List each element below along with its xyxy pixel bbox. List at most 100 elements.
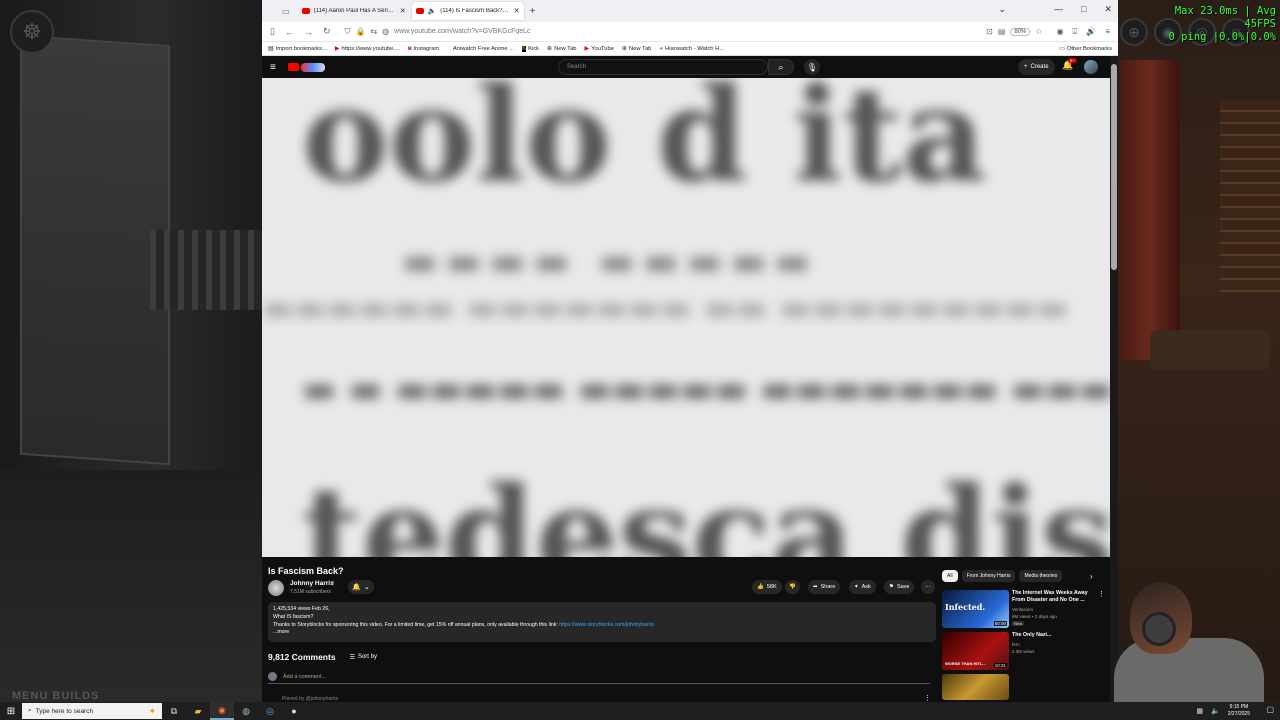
bookmark-star-icon[interactable]: ☆ bbox=[1035, 27, 1042, 36]
maximize-icon[interactable]: □ bbox=[1081, 4, 1086, 15]
recommendation-channel[interactable]: fern bbox=[1012, 642, 1020, 647]
plus-icon: + bbox=[1024, 64, 1028, 70]
forward-icon[interactable]: → bbox=[304, 27, 313, 37]
url-bar[interactable]: ⛉ 🔒 ⇆ ◍ www.youtube.com/watch?v=GVBKGcFq… bbox=[341, 25, 1047, 39]
recommendation-item[interactable]: WORSE THAN HITL... 10:31 The Only Nazi..… bbox=[942, 632, 1102, 670]
recommendation-item[interactable]: Infected. 50:00 The Internet Was Weeks A… bbox=[942, 590, 1105, 628]
back-icon[interactable]: ← bbox=[285, 27, 294, 37]
scrollbar-thumb[interactable] bbox=[1111, 64, 1117, 270]
menu-icon[interactable]: ≡ bbox=[1105, 27, 1110, 37]
recommendation-thumbnail[interactable]: Infected. 50:00 bbox=[942, 590, 1009, 628]
bookmark-item[interactable]: K Kick bbox=[522, 45, 539, 52]
video-player[interactable]: oolo d ita ▬▬▬▬ ▬▬▬▬▬ ▬▬▬▬▬▬ ▬▬▬▬▬▬▬ ▬▬ … bbox=[262, 78, 1110, 557]
save-button[interactable]: ⚑ Save bbox=[884, 580, 915, 594]
taskbar-search-input[interactable]: ⌕ Type here to search ✦ bbox=[22, 703, 162, 719]
youtube-icon: ▶ bbox=[584, 46, 590, 52]
tab-strip: ▭ (114) Aaron Paul Has A Serious ✕ 🔈 (11… bbox=[262, 0, 1118, 22]
volume-icon[interactable]: 🔈 bbox=[1211, 707, 1220, 715]
tab-is-fascism-back[interactable]: 🔈 (114) Is Fascism Back? - You ✕ bbox=[411, 2, 524, 20]
views-date: 1,425,534 views Feb 26, bbox=[273, 606, 330, 612]
description-more[interactable]: ...more bbox=[273, 629, 931, 637]
settings-wheel-icon[interactable]: ☸ bbox=[10, 10, 54, 54]
task-view-icon[interactable]: ⧉ bbox=[162, 702, 186, 720]
close-icon[interactable]: ✕ bbox=[400, 7, 406, 15]
save-pocket-icon[interactable]: ⍗ bbox=[1073, 27, 1078, 37]
close-window-icon[interactable]: ✕ bbox=[1104, 4, 1112, 15]
recommendation-title[interactable]: The Only Nazi... bbox=[1012, 632, 1092, 639]
bookmark-item[interactable]: ◙ Instagram bbox=[408, 46, 439, 52]
firefox-icon[interactable]: ◉ bbox=[210, 702, 234, 720]
chip-media-theories[interactable]: Media theories bbox=[1019, 570, 1063, 582]
bookmark-item[interactable]: ⊕ New Tab bbox=[622, 45, 651, 53]
bookmark-item[interactable]: ▶ https://www.youtube.... bbox=[335, 45, 400, 53]
channel-name[interactable]: Johnny Harris bbox=[290, 580, 334, 587]
windows-start-icon[interactable]: ⊞ bbox=[0, 706, 22, 717]
zoom-level[interactable]: 80% bbox=[1010, 27, 1031, 36]
voice-search-button[interactable]: 🎙 bbox=[804, 59, 820, 75]
file-explorer-icon[interactable]: ▰ bbox=[186, 702, 210, 720]
notification-count-badge: 9+ bbox=[1068, 58, 1077, 63]
steam-icon[interactable]: ◍ bbox=[234, 702, 258, 720]
bookmark-item[interactable]: ▶ YouTube bbox=[584, 45, 614, 53]
bookmark-item[interactable]: ◌ Aniwatch Free Anime ... bbox=[447, 46, 514, 52]
comment-more-icon[interactable]: ⋮ bbox=[924, 694, 931, 702]
game-couch bbox=[1150, 330, 1270, 370]
subscribed-button[interactable]: 🔔 ⌄ bbox=[348, 580, 374, 594]
create-button[interactable]: + Create bbox=[1018, 59, 1055, 75]
recommendation-title[interactable]: The Internet Was Weeks Away From Disaste… bbox=[1012, 590, 1092, 604]
tab-aaron-paul[interactable]: (114) Aaron Paul Has A Serious ✕ bbox=[298, 2, 410, 20]
sort-label: Sort by bbox=[357, 654, 377, 660]
recommendation-thumbnail[interactable] bbox=[942, 674, 1009, 700]
share-button[interactable]: ➦ Share bbox=[808, 580, 841, 594]
taskbar-clock[interactable]: 9:15 PM 2/27/2025 bbox=[1228, 704, 1250, 718]
hamburger-menu-icon[interactable]: ≡ bbox=[270, 62, 276, 73]
chevron-right-icon[interactable]: › bbox=[1090, 572, 1093, 581]
new-tab-icon[interactable]: + bbox=[530, 6, 536, 17]
notification-center-icon[interactable]: ▢ bbox=[1266, 705, 1274, 714]
more-actions-button[interactable]: ··· bbox=[921, 580, 935, 594]
search-input[interactable]: Search bbox=[558, 59, 768, 75]
recommendation-item[interactable] bbox=[942, 674, 1102, 700]
speaker-icon[interactable]: 🔈 bbox=[428, 7, 437, 15]
account-avatar[interactable] bbox=[1084, 60, 1098, 74]
bookmark-item[interactable]: ⊕ New Tab bbox=[547, 45, 576, 53]
recommendation-thumbnail[interactable]: WORSE THAN HITL... 10:31 bbox=[942, 632, 1009, 670]
other-bookmarks[interactable]: ▭ Other Bookmarks bbox=[1059, 45, 1112, 53]
network-icon[interactable]: ▦ bbox=[1196, 707, 1203, 715]
reader-view-icon[interactable]: ▤ bbox=[998, 27, 1006, 36]
search-button[interactable]: ⌕ bbox=[768, 59, 794, 75]
youtube-logo[interactable] bbox=[287, 62, 325, 72]
screenshot-icon[interactable]: ⊡ bbox=[986, 27, 993, 36]
hud-icon-1[interactable]: ⊕ bbox=[1120, 18, 1148, 46]
headset-icon bbox=[1142, 612, 1176, 646]
shield-icon[interactable]: ⛉ bbox=[345, 27, 351, 37]
reload-icon[interactable]: ↻ bbox=[323, 26, 331, 37]
sound-icon[interactable]: 🔊 bbox=[1086, 27, 1096, 37]
app-icon[interactable]: ◎ bbox=[258, 702, 282, 720]
dislike-button[interactable]: 👎 bbox=[785, 580, 800, 594]
camera-icon[interactable]: ◍ bbox=[382, 27, 389, 36]
minimize-icon[interactable]: — bbox=[1054, 4, 1063, 15]
channel-avatar[interactable] bbox=[268, 580, 284, 596]
game-hud-left: ☸ bbox=[10, 10, 54, 54]
recommendation-channel[interactable]: Veritasium bbox=[1012, 607, 1033, 612]
ask-button[interactable]: ✦ Ask bbox=[849, 580, 876, 594]
like-button[interactable]: 👍 58K bbox=[752, 580, 782, 594]
lock-icon[interactable]: 🔒 bbox=[356, 27, 366, 36]
extension-icon[interactable]: ◉ bbox=[1057, 27, 1064, 37]
sidebar-toggle-icon[interactable]: ▯ bbox=[270, 26, 275, 37]
url-text[interactable]: www.youtube.com/watch?v=GVBKGcFqeLc bbox=[394, 28, 981, 35]
permissions-icon[interactable]: ⇆ bbox=[370, 27, 377, 36]
chevron-down-icon[interactable]: ⌄ bbox=[998, 4, 1006, 15]
close-icon[interactable]: ✕ bbox=[514, 7, 520, 15]
bookmark-item[interactable]: ▤ Import bookmarks... bbox=[268, 45, 327, 53]
obs-icon[interactable]: ● bbox=[282, 702, 306, 720]
folder-icon[interactable]: ▭ bbox=[282, 7, 290, 16]
sponsor-link[interactable]: https://www.storyblocks.com/johnnyharris bbox=[559, 622, 654, 628]
chip-all[interactable]: All bbox=[942, 570, 958, 582]
sort-by-button[interactable]: ☰ Sort by bbox=[350, 654, 377, 661]
bookmark-item[interactable]: ◕ Hianwatch - Watch H... bbox=[659, 46, 724, 52]
chip-from-channel[interactable]: From Johnny Harris bbox=[961, 570, 1016, 582]
add-comment-field[interactable]: Add a comment... bbox=[268, 672, 930, 684]
description-box[interactable]: 1,425,534 views Feb 26, What IS fascism?… bbox=[268, 602, 936, 642]
